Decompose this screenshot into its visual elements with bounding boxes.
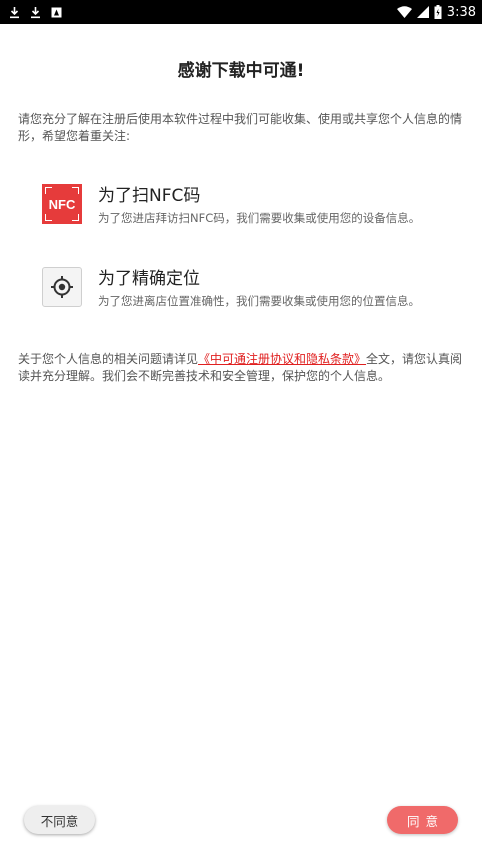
download-icon	[29, 5, 41, 19]
location-target-icon	[42, 267, 82, 307]
nfc-icon: NFC	[42, 184, 82, 224]
download-icon	[8, 5, 20, 19]
disagree-button[interactable]: 不同意	[24, 806, 95, 834]
status-bar: 3:38	[0, 0, 482, 24]
feature-location: 为了精确定位 为了您进离店位置准确性，我们需要收集或使用您的位置信息。	[42, 267, 462, 309]
feature-title: 为了精确定位	[98, 269, 200, 289]
notification-icon	[50, 5, 62, 19]
feature-location-text: 为了精确定位 为了您进离店位置准确性，我们需要收集或使用您的位置信息。	[98, 267, 420, 309]
wifi-icon	[396, 5, 412, 19]
agree-button[interactable]: 同意	[387, 806, 458, 834]
status-left	[8, 5, 62, 19]
feature-description: 为了您进离店位置准确性，我们需要收集或使用您的位置信息。	[98, 294, 420, 308]
feature-nfc-text: 为了扫NFC码 为了您进店拜访扫NFC码，我们需要收集或使用您的设备信息。	[98, 184, 420, 226]
nfc-icon-text: NFC	[48, 196, 76, 212]
battery-icon	[434, 5, 442, 19]
feature-nfc: NFC 为了扫NFC码 为了您进店拜访扫NFC码，我们需要收集或使用您的设备信息…	[42, 184, 462, 226]
feature-description: 为了您进店拜访扫NFC码，我们需要收集或使用您的设备信息。	[98, 211, 421, 225]
privacy-notice: 关于您个人信息的相关问题请详见《中可通注册协议和隐私条款》全文，请您认真阅读并充…	[18, 351, 464, 385]
privacy-policy-link[interactable]: 《中可通注册协议和隐私条款》	[198, 352, 366, 366]
signal-icon	[416, 5, 429, 19]
notice-text-before: 关于您个人信息的相关问题请详见	[18, 352, 199, 366]
intro-text: 请您充分了解在注册后使用本软件过程中我们可能收集、使用或共享您个人信息的情形，希…	[18, 112, 463, 143]
page-title: 感谢下载中可通!	[177, 61, 305, 81]
status-time: 3:38	[446, 4, 476, 20]
feature-title: 为了扫NFC码	[98, 186, 201, 206]
status-right: 3:38	[396, 4, 476, 20]
